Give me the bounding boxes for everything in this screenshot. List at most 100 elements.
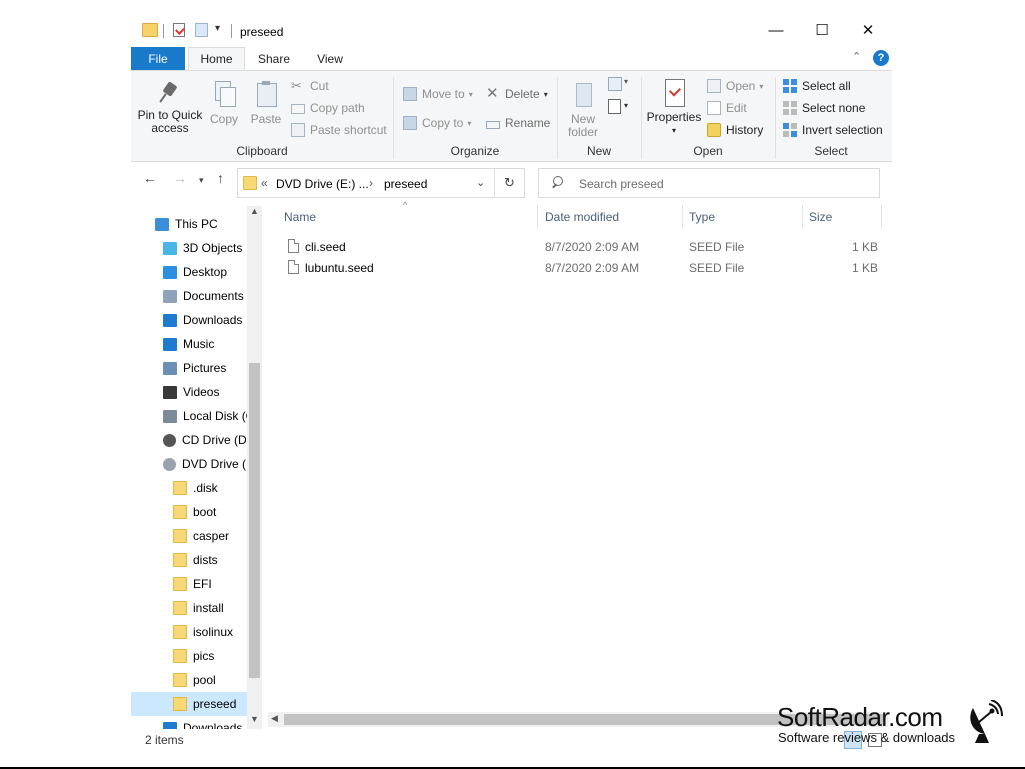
close-button[interactable]: ✕ — [845, 14, 891, 46]
open-button[interactable]: Open ▾ — [707, 77, 763, 95]
tree-item[interactable]: 3D Objects — [131, 236, 247, 260]
address-bar[interactable]: « DVD Drive (E:) ... › preseed ⌄ ↻ — [237, 168, 525, 198]
navigation-pane: This PC 3D Objects Desktop Documents Downloa… — [131, 212, 247, 729]
help-icon[interactable]: ? — [873, 50, 889, 66]
select-none-button[interactable]: Select none — [783, 99, 865, 117]
tree-item[interactable]: isolinux — [131, 620, 247, 644]
copy-to-button[interactable]: Copy to ▾ — [403, 114, 471, 132]
tree-item[interactable]: Pictures — [131, 356, 247, 380]
tree-item[interactable]: boot — [131, 500, 247, 524]
tree-item-label: Videos — [183, 385, 220, 399]
tree-item[interactable]: CD Drive (D:) — [131, 428, 247, 452]
paste-button[interactable]: Paste — [247, 81, 285, 126]
pin-to-quick-access-button[interactable]: Pin to Quick access — [137, 81, 203, 135]
scroll-left-icon[interactable]: ◀ — [271, 713, 278, 724]
tree-item[interactable]: casper — [131, 524, 247, 548]
tree-item[interactable]: Downloads — [131, 308, 247, 332]
ribbon-tabs: File Home Share View ⌃ ? — [131, 47, 892, 70]
scroll-down-icon[interactable]: ▼ — [250, 714, 259, 724]
file-size: 1 KB — [852, 240, 879, 254]
open-label: Open — [726, 79, 756, 93]
tab-share[interactable]: Share — [249, 47, 299, 70]
history-button[interactable]: History — [707, 121, 763, 139]
chevron-down-icon: ▾ — [624, 77, 629, 86]
tab-home[interactable]: Home — [188, 47, 245, 70]
tree-item[interactable]: DVD Drive (E:) — [131, 452, 247, 476]
column-header-date[interactable]: Date modified — [545, 210, 619, 224]
address-separator-icon[interactable]: › — [369, 176, 373, 190]
tree-item-label: .disk — [193, 481, 218, 495]
scroll-up-icon[interactable]: ▲ — [250, 206, 259, 216]
folder-icon — [243, 176, 257, 190]
tree-item-label: Pictures — [183, 361, 227, 375]
tree-item[interactable]: EFI — [131, 572, 247, 596]
column-header-size[interactable]: Size — [809, 210, 832, 224]
address-segment-dvd[interactable]: DVD Drive (E:) ... — [276, 177, 369, 191]
new-group-label: New — [586, 144, 611, 158]
select-all-button[interactable]: Select all — [783, 77, 851, 95]
file-name[interactable]: cli.seed — [305, 240, 346, 254]
tree-item[interactable]: preseed — [131, 692, 247, 716]
properties-button[interactable]: Properties ▾ — [645, 79, 703, 137]
rename-button[interactable]: Rename — [486, 114, 550, 132]
tree-item[interactable]: pics — [131, 644, 247, 668]
search-box[interactable]: Search preseed — [538, 168, 880, 198]
cut-button[interactable]: ✂ Cut — [291, 77, 329, 95]
paste-shortcut-button[interactable]: Paste shortcut — [291, 121, 387, 139]
tree-item[interactable]: .disk — [131, 476, 247, 500]
up-button[interactable]: ↑ — [217, 170, 224, 186]
copy-button[interactable]: Copy — [205, 81, 243, 126]
chevron-down-icon: ▾ — [759, 81, 764, 91]
tree-item[interactable]: pool — [131, 668, 247, 692]
easy-access-icon[interactable] — [608, 99, 621, 114]
pictures-icon — [163, 361, 177, 375]
chevron-down-icon: ▾ — [543, 89, 548, 99]
window-title: preseed — [240, 25, 284, 39]
back-button[interactable]: ← — [143, 170, 157, 186]
column-header-type[interactable]: Type — [689, 210, 715, 224]
collapse-ribbon-icon[interactable]: ⌃ — [852, 50, 861, 63]
tree-item[interactable]: Downloads — [131, 716, 247, 729]
search-input[interactable]: Search preseed — [579, 177, 664, 191]
tab-file[interactable]: File — [131, 47, 185, 70]
customize-qat-icon[interactable]: ▾ — [215, 23, 220, 34]
navigation-scroll-thumb[interactable] — [249, 363, 260, 678]
address-overflow-icon[interactable]: « — [261, 176, 268, 190]
tree-item[interactable]: Desktop — [131, 260, 247, 284]
file-name[interactable]: lubuntu.seed — [305, 261, 374, 275]
address-segment-preseed[interactable]: preseed — [384, 177, 427, 191]
properties-qat-icon[interactable] — [173, 23, 185, 37]
invert-selection-label: Invert selection — [802, 123, 883, 137]
new-folder-button[interactable]: New folder — [563, 81, 603, 139]
move-to-button[interactable]: Move to ▾ — [403, 85, 473, 103]
refresh-icon[interactable]: ↻ — [504, 175, 515, 191]
maximize-button[interactable]: ☐ — [799, 14, 845, 46]
column-header-name[interactable]: Name — [284, 210, 316, 224]
recent-locations-button[interactable]: ▾ — [199, 175, 204, 186]
tree-item[interactable]: Music — [131, 332, 247, 356]
delete-button[interactable]: ✕ Delete ▾ — [486, 85, 548, 103]
new-folder-label-line2: folder — [567, 125, 599, 139]
tree-item-label: Documents — [183, 289, 244, 303]
folder-icon — [173, 697, 187, 711]
copy-path-button[interactable]: Copy path — [291, 99, 365, 117]
tree-item[interactable]: This PC — [131, 212, 247, 236]
tab-view[interactable]: View — [305, 47, 355, 70]
download-icon — [163, 313, 177, 327]
new-folder-qat-icon[interactable] — [195, 23, 208, 37]
new-item-icon[interactable] — [608, 77, 622, 91]
file-date: 8/7/2020 2:09 AM — [545, 261, 640, 275]
tree-item[interactable]: dists — [131, 548, 247, 572]
select-none-label: Select none — [802, 101, 866, 115]
file-icon — [288, 260, 299, 274]
tree-item[interactable]: Local Disk (C:) — [131, 404, 247, 428]
tree-item[interactable]: Videos — [131, 380, 247, 404]
forward-button[interactable]: → — [173, 170, 187, 186]
invert-selection-button[interactable]: Invert selection — [783, 121, 883, 139]
minimize-button[interactable]: — — [753, 14, 799, 46]
tree-item[interactable]: install — [131, 596, 247, 620]
tree-item[interactable]: Documents — [131, 284, 247, 308]
edit-button[interactable]: Edit — [707, 99, 747, 117]
address-dropdown-icon[interactable]: ⌄ — [476, 176, 485, 189]
scissors-icon: ✂ — [291, 78, 302, 93]
